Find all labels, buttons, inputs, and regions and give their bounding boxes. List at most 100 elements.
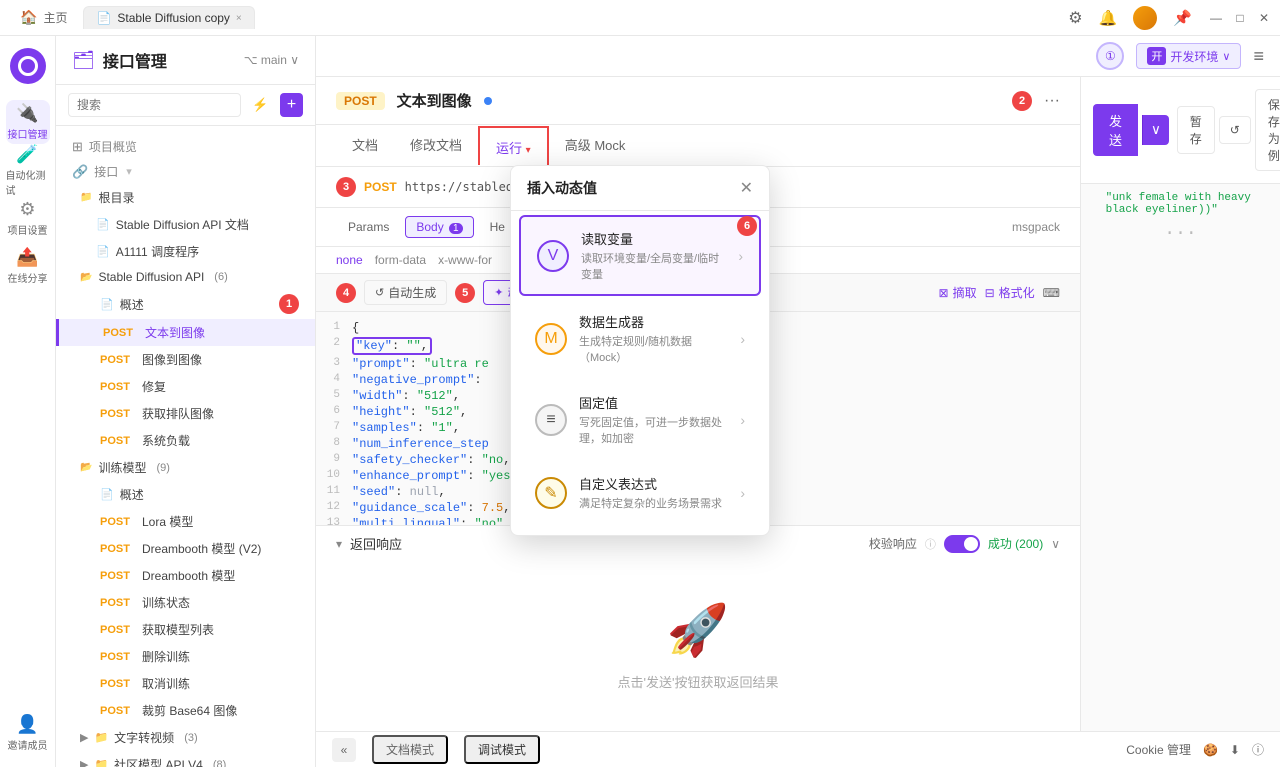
send-dropdown-button[interactable]: ∨ [1142, 115, 1169, 145]
save-btn[interactable]: 暂存 [1177, 106, 1215, 154]
sidebar-item-automation[interactable]: 🧪 自动化测试 [6, 148, 50, 192]
tab-docs[interactable]: 文档 [336, 125, 394, 166]
more-options-icon[interactable]: ··· [1044, 92, 1060, 110]
close-tab-icon[interactable]: × [236, 13, 242, 24]
status-dot [484, 97, 492, 105]
nav-item-text-to-image[interactable]: POST 文本到图像 [56, 319, 315, 346]
form-urlencoded[interactable]: x-www-for [438, 253, 492, 267]
env-selector[interactable]: 开 开发环境 ∨ [1136, 43, 1241, 69]
bell-icon[interactable]: 🔔 [1099, 9, 1118, 27]
nav-folder-sd-api[interactable]: 📂 Stable Diffusion API (6) [56, 265, 315, 289]
sidebar-item-share[interactable]: 📤 在线分享 [6, 244, 50, 288]
nav-item-train-status[interactable]: POST 训练状态 [56, 589, 315, 616]
nav-item-sd-api-doc[interactable]: 📄 Stable Diffusion API 文档 [56, 211, 315, 238]
titlebar-controls: ⚙ 🔔 📌 — □ ✕ [1068, 6, 1272, 30]
nav-folder-community-api[interactable]: ▶ 📁 社区模型 API V4 (8) [56, 751, 315, 767]
debug-mode-btn[interactable]: 调试模式 [464, 735, 540, 764]
nav-item-dreambooth-v2[interactable]: POST Dreambooth 模型 (V2) [56, 535, 315, 562]
tabs-row: 文档 修改文档 运行 ▾ 高级 Mock [316, 125, 1080, 167]
tab-run[interactable]: 运行 ▾ [478, 126, 549, 165]
cookie-icon[interactable]: 🍪 [1203, 743, 1218, 757]
nav-item-lora[interactable]: POST Lora 模型 [56, 508, 315, 535]
nav-item-image-to-image[interactable]: POST 图像到图像 [56, 346, 315, 373]
save-example-btn[interactable]: 保存为例 [1255, 89, 1280, 171]
code-view-icon[interactable]: ⌨ [1043, 286, 1060, 300]
avatar[interactable] [1133, 6, 1157, 30]
status-200: 成功 (200) [988, 535, 1043, 552]
user-icon[interactable]: ① [1096, 42, 1124, 70]
nav-item-cancel-training[interactable]: POST 取消训练 [56, 670, 315, 697]
right-code-text: "unk female with heavy black eyeliner))" [1106, 192, 1268, 216]
response-empty-state: 🚀 点击'发送'按钮获取返回结果 [316, 561, 1080, 731]
popup-item-read-var[interactable]: V 读取变量 读取环境变量/全局变量/临时变量 › [519, 215, 761, 296]
tab-home[interactable]: 🏠 主页 [8, 5, 79, 30]
add-button[interactable]: + [280, 93, 303, 117]
popup-item-title: 数据生成器 [579, 312, 728, 331]
send-button[interactable]: 发送 [1093, 104, 1138, 156]
nav-item-get-queue-image[interactable]: POST 获取排队图像 [56, 400, 315, 427]
sidebar-item-invite[interactable]: 👤 邀请成员 [6, 711, 50, 755]
popup-item-data-gen[interactable]: M 数据生成器 生成特定规则/随机数据（Mock） › [519, 300, 761, 377]
nav-section-project[interactable]: ⊞ 项目概览 [56, 134, 315, 159]
collapse-icon[interactable]: « [332, 738, 356, 762]
nav-folder-training[interactable]: 📂 训练模型 (9) [56, 454, 315, 481]
window-close-button[interactable]: ✕ [1256, 10, 1272, 26]
info-icon[interactable]: ⓘ [1252, 741, 1264, 758]
nav-folder-root[interactable]: 📁 根目录 [56, 184, 315, 211]
nav-item-delete-training[interactable]: POST 删除训练 [56, 643, 315, 670]
maximize-button[interactable]: □ [1232, 10, 1248, 26]
nav-item-system-load[interactable]: POST 系统负载 [56, 427, 315, 454]
body-tab[interactable]: Body 1 [405, 216, 473, 238]
branch-selector[interactable]: ⌥ main ∨ [244, 53, 299, 67]
insert-dynamic-popup[interactable]: 插入动态值 ✕ V 读取变量 读取环境变量/全局变量/临时变量 › 6 M 数据… [510, 165, 770, 536]
step-1-badge: 1 [279, 294, 299, 314]
extract-btn[interactable]: ⊠ 摘取 [939, 284, 977, 301]
nav-section-interface[interactable]: 🔗 接口 ▾ [56, 159, 315, 184]
tab-advanced-mock[interactable]: 高级 Mock [549, 125, 642, 166]
minimize-button[interactable]: — [1208, 10, 1224, 26]
bottom-bar: « 文档模式 调试模式 Cookie 管理 🍪 ⬇ ⓘ [316, 731, 1280, 767]
sidebar-item-settings[interactable]: ⚙ 项目设置 [6, 196, 50, 240]
nav-item-dreambooth[interactable]: POST Dreambooth 模型 [56, 562, 315, 589]
nav-item-sd-overview[interactable]: 📄 概述 1 [56, 289, 315, 319]
content-header: POST 文本到图像 2 ··· [316, 77, 1080, 125]
params-tab[interactable]: Params [336, 212, 401, 242]
tab-modify-docs[interactable]: 修改文档 [394, 125, 478, 166]
download-icon[interactable]: ⬇ [1230, 743, 1240, 757]
popup-item-fixed-val[interactable]: ≡ 固定值 写死固定值，可进一步数据处理，如加密 › [519, 381, 761, 458]
collapse-response-icon[interactable]: ▾ [336, 537, 342, 551]
doc-mode-btn[interactable]: 文档模式 [372, 735, 448, 764]
nav-item-a1111[interactable]: 📄 A1111 调度程序 [56, 238, 315, 265]
url-method: POST [364, 180, 397, 194]
refresh-btn[interactable]: ↺ [1219, 116, 1251, 144]
sidebar-item-interface[interactable]: 🔌 接口管理 [6, 100, 50, 144]
icon-sidebar: 🔌 接口管理 🧪 自动化测试 ⚙ 项目设置 📤 在线分享 👤 邀请成员 [0, 36, 56, 767]
nav-item-get-model-list[interactable]: POST 获取模型列表 [56, 616, 315, 643]
form-none[interactable]: none [336, 253, 363, 267]
response-label: 返回响应 [350, 534, 402, 553]
auto-gen-btn[interactable]: ↺ 自动生成 [364, 280, 447, 305]
pin-icon[interactable]: 📌 [1173, 9, 1192, 27]
nav-item-repair[interactable]: POST 修复 [56, 373, 315, 400]
nav-folder-text-to-video[interactable]: ▶ 📁 文字转视频 (3) [56, 724, 315, 751]
nav-header: 🗂 接口管理 ⌥ main ∨ [56, 36, 315, 85]
popup-close-button[interactable]: ✕ [740, 178, 753, 198]
right-panel: 发送 ∨ 暂存 ↺ 保存为例 </> "unk female with heav… [1080, 77, 1280, 731]
nav-item-crop-base64[interactable]: POST 裁剪 Base64 图像 [56, 697, 315, 724]
form-form-data[interactable]: form-data [375, 253, 426, 267]
response-expand-icon[interactable]: ∨ [1051, 537, 1060, 551]
nav-item-training-overview[interactable]: 📄 概述 [56, 481, 315, 508]
format-btn[interactable]: ⊟ 格式化 [985, 284, 1035, 301]
cookie-mgmt-link[interactable]: Cookie 管理 [1126, 741, 1191, 758]
filter-icon[interactable]: ⚡ [249, 93, 272, 117]
validate-toggle[interactable] [944, 535, 980, 553]
popup-item-title: 固定值 [579, 393, 728, 412]
settings-icon[interactable]: ⚙ [1068, 8, 1082, 28]
search-input[interactable] [68, 93, 241, 117]
data-gen-icon: M [535, 323, 567, 355]
read-var-icon: V [537, 240, 569, 272]
popup-item-custom-expr[interactable]: ✎ 自定义表达式 满足特定复杂的业务场景需求 › [519, 462, 761, 523]
tab-stable-diffusion[interactable]: 📄 Stable Diffusion copy × [83, 6, 254, 29]
popup-item-arrow: › [740, 412, 745, 428]
global-menu-icon[interactable]: ≡ [1253, 46, 1264, 67]
